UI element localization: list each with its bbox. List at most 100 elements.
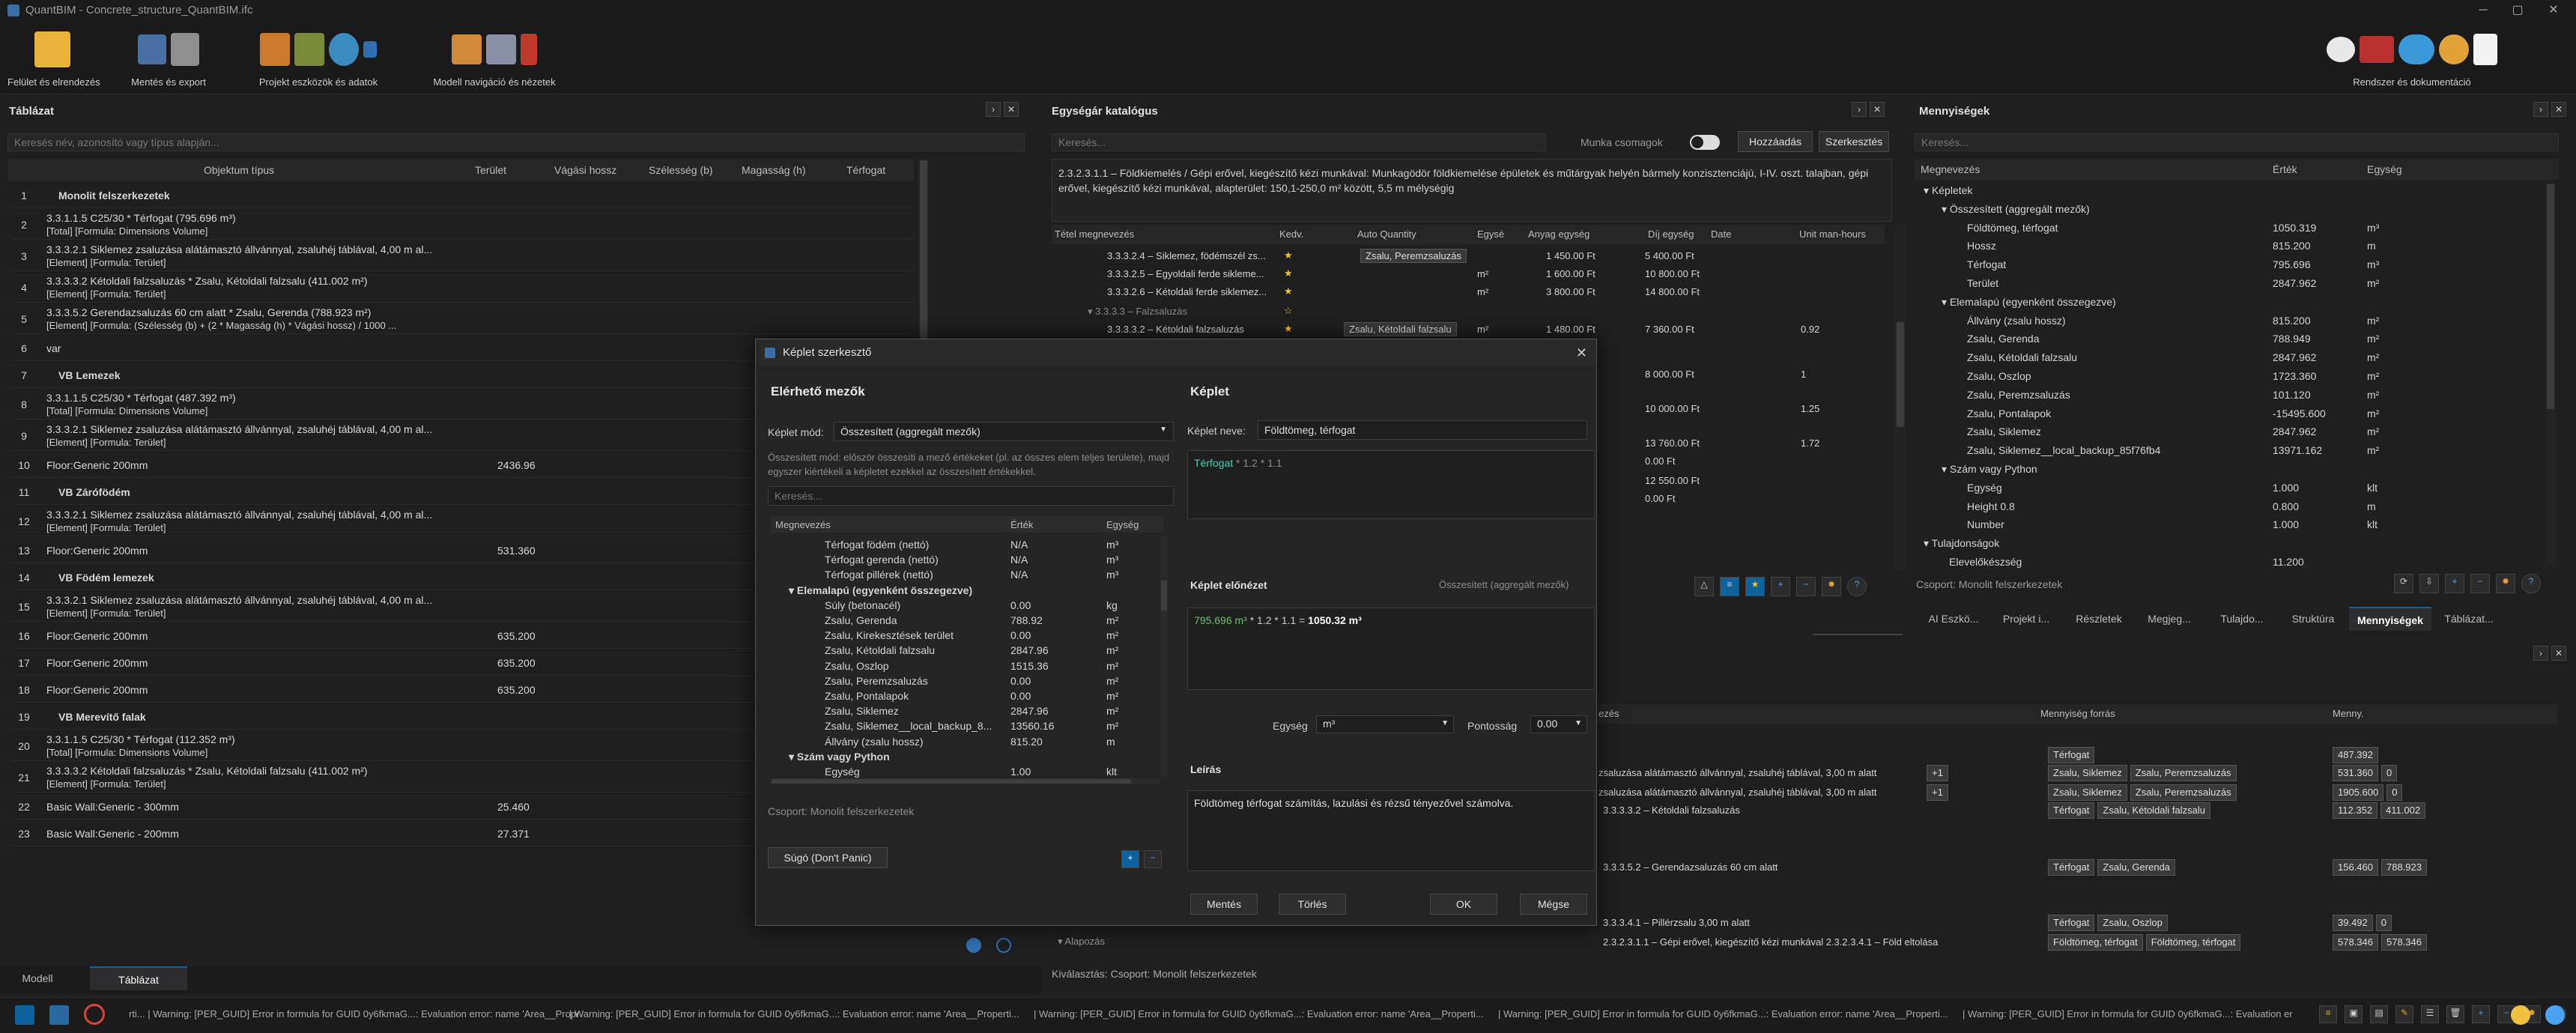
ribbon-group-layout[interactable]: Felület és elrendezés — [7, 28, 100, 88]
source-tag[interactable]: Földtömeg, térfogat — [2048, 934, 2143, 951]
menu-icon[interactable]: ≡ — [2319, 1005, 2337, 1023]
formula-editor[interactable]: Térfogat * 1.2 * 1.1 — [1187, 450, 1595, 519]
export-icon[interactable]: ⇩ — [2419, 574, 2439, 593]
catalog-search-input[interactable]: Keresés... — [1052, 133, 1546, 151]
mapping-row[interactable]: 3.3.3.4.1 – Pillérzsalu 3,00 m alatt Térf… — [1595, 914, 2554, 932]
gear-icon[interactable]: ✹ — [2496, 574, 2515, 593]
quantity-row[interactable]: Zsalu, Oszlop 1723.360 m² — [1918, 367, 2539, 385]
tab-struktra[interactable]: Struktúra — [2285, 607, 2342, 631]
qty-search-input[interactable]: Keresés... — [1915, 133, 2559, 151]
folder-icon[interactable] — [34, 31, 70, 67]
more-badge[interactable]: +1 — [1927, 765, 1948, 781]
unit-select[interactable]: m³ ▼ — [1316, 715, 1454, 733]
help-icon[interactable]: ? — [1847, 577, 1867, 596]
help-icon[interactable]: ? — [2521, 574, 2541, 593]
chat-icon[interactable] — [2327, 37, 2355, 62]
view-icon[interactable] — [521, 34, 537, 65]
theme-icon[interactable] — [2511, 1005, 2530, 1025]
source-tag[interactable]: Térfogat — [2048, 747, 2095, 763]
trash-icon[interactable]: 🗑 — [2446, 1005, 2464, 1023]
col-header[interactable]: Megnevezés — [1921, 163, 1980, 175]
col-header[interactable]: Díj egység — [1648, 228, 1694, 240]
tab-megjeg[interactable]: Megjeg... — [2138, 607, 2201, 631]
precision-select[interactable]: 0.00 ▼ — [1530, 715, 1587, 733]
ribbon-group-save[interactable]: Mentés és export — [120, 28, 217, 88]
tab-model[interactable]: Modell — [7, 966, 67, 990]
col-header[interactable]: Date — [1711, 228, 1731, 240]
help-button[interactable]: Súgó (Don't Panic) — [768, 847, 888, 868]
table-row[interactable]: 5 3.3.3.5.2 Gerendazsaluzás 60 cm alatt *… — [10, 304, 914, 334]
quantity-row[interactable]: Zsalu, Peremzsaluzás 101.120 m² — [1918, 386, 2539, 404]
document-icon[interactable] — [2473, 34, 2497, 65]
ribbon-group-navigation[interactable]: Modell navigáció és nézetek — [419, 28, 569, 88]
refresh-icon[interactable]: ⟳ — [2394, 574, 2413, 593]
info-icon[interactable] — [363, 41, 377, 58]
quantity-row[interactable]: Egység 1.000 klt — [1918, 479, 2539, 497]
triangle-icon[interactable]: △ — [1694, 577, 1714, 596]
quantity-row[interactable]: Elevelőkészség 11.200 — [1918, 553, 2539, 571]
work-packages-toggle[interactable] — [1690, 135, 1720, 150]
col-header[interactable]: Kedv. — [1279, 228, 1303, 240]
favorite-star-icon[interactable]: ★ — [1284, 285, 1293, 297]
catalog-row[interactable]: 3.3.3.2.4 – Siklemez, födémszél zs... ★ Zs… — [1052, 247, 1885, 265]
source-tag[interactable]: Térfogat — [2048, 859, 2095, 876]
quantity-row[interactable]: ▾ Szám vagy Python — [1918, 460, 2539, 478]
fields-hscrollbar[interactable] — [771, 778, 1160, 784]
save-button[interactable]: Mentés — [1190, 894, 1258, 915]
ok-button[interactable]: OK — [1430, 894, 1497, 915]
quantity-row[interactable]: Height 0.8 0.800 m — [1918, 497, 2539, 515]
warning-message[interactable]: | Warning: [PER_GUID] Error in formula f… — [1963, 1008, 2292, 1020]
close-icon[interactable]: ✕ — [1576, 339, 1587, 366]
delete-button[interactable]: Törlés — [1279, 894, 1346, 915]
list-icon[interactable]: ≡ — [1720, 577, 1739, 596]
minimize-icon[interactable]: ─ — [2466, 0, 2500, 21]
quantity-row[interactable]: Zsalu, Gerenda 788.949 m² — [1918, 330, 2539, 348]
close-icon[interactable]: ✕ — [2536, 0, 2571, 21]
quantity-row[interactable]: Zsalu, Siklemez__local_backup_85f76fb4 13… — [1918, 441, 2539, 459]
table-row[interactable]: 1 Monolit felszerkezetek — [10, 183, 914, 208]
tab-tblzat[interactable]: Táblázat... — [2439, 607, 2499, 631]
search-icon[interactable] — [329, 33, 359, 66]
list-icon[interactable]: ☰ — [2421, 1005, 2439, 1023]
close-panel-icon[interactable]: ✕ — [1870, 102, 1885, 117]
remove-icon[interactable]: − — [1796, 577, 1816, 596]
source-tag[interactable]: Zsalu, Kétoldali falzsalu — [2097, 802, 2210, 819]
col-header[interactable]: Egység — [2367, 163, 2402, 175]
col-header[interactable]: Tétel megnevezés — [1055, 228, 1134, 240]
mapping-row[interactable]: 2.3.2.3.1.1 – Gépi erővel, kiegészítő ké… — [1595, 933, 2554, 951]
table-row[interactable]: 3 3.3.3.2.1 Siklemez zsaluzása alátámaszt… — [10, 241, 914, 271]
col-header[interactable]: Mennyiség forrás — [2040, 708, 2115, 719]
mapping-row[interactable]: Térfogat 487.392 — [1595, 746, 2554, 764]
source-tag[interactable]: Földtömeg, térfogat — [2145, 934, 2241, 951]
quantity-row[interactable]: Zsalu, Pontalapok -15495.600 m² — [1918, 405, 2539, 422]
add-icon[interactable]: + — [1771, 577, 1790, 596]
ribbon-group-project[interactable]: Projekt eszközök és adatok — [240, 28, 397, 88]
col-header[interactable]: Megnevezés — [775, 519, 831, 530]
ship-icon[interactable] — [2360, 36, 2394, 63]
mapping-row[interactable]: zsaluzása alátámasztó állvánnyal, zsaluh… — [1595, 764, 2554, 782]
ribbon-group-system[interactable]: Rendszer és dokumentáció — [2292, 28, 2532, 88]
expand-icon[interactable] — [49, 1005, 69, 1025]
quantity-row[interactable]: Zsalu, Siklemez 2847.962 m² — [1918, 422, 2539, 440]
remove-icon[interactable]: − — [2470, 574, 2490, 593]
source-tag[interactable]: Térfogat — [2048, 802, 2095, 819]
quantity-row[interactable]: ▾ Tulajdonságok — [1918, 534, 2539, 552]
field-search-input[interactable]: Keresés... — [768, 486, 1174, 506]
catalog-scrollbar[interactable] — [1895, 225, 1906, 569]
gear-icon[interactable]: ✹ — [1822, 577, 1841, 596]
quantity-row[interactable]: Terület 2847.962 m² — [1918, 274, 2539, 292]
expand-icon[interactable]: › — [2533, 646, 2548, 661]
source-tag[interactable]: Zsalu, Gerenda — [2097, 859, 2176, 876]
clipboard-icon[interactable] — [260, 33, 290, 66]
fields-scrollbar[interactable] — [1160, 536, 1168, 777]
save-icon[interactable]: ▣ — [2345, 1005, 2363, 1023]
cube-icon[interactable] — [452, 34, 482, 64]
add-button[interactable]: Hozzáadás — [1738, 131, 1813, 152]
source-tag[interactable]: Zsalu, Oszlop — [2097, 915, 2168, 931]
warning-message[interactable]: | Warning: [PER_GUID] Error in formula f… — [1498, 1008, 1948, 1020]
col-header[interactable]: Érték — [2273, 163, 2297, 175]
catalog-row[interactable]: ▾ 3.3.3.3 – Falzsaluzás ☆ — [1052, 303, 1885, 321]
catalog-row[interactable]: 3.3.3.3.2 – Kétoldali falzsaluzás ★ Zsalu,… — [1052, 321, 1885, 339]
favorite-star-icon[interactable]: ☆ — [1284, 305, 1293, 317]
col-header[interactable]: Unit man-hours — [1799, 228, 1866, 240]
